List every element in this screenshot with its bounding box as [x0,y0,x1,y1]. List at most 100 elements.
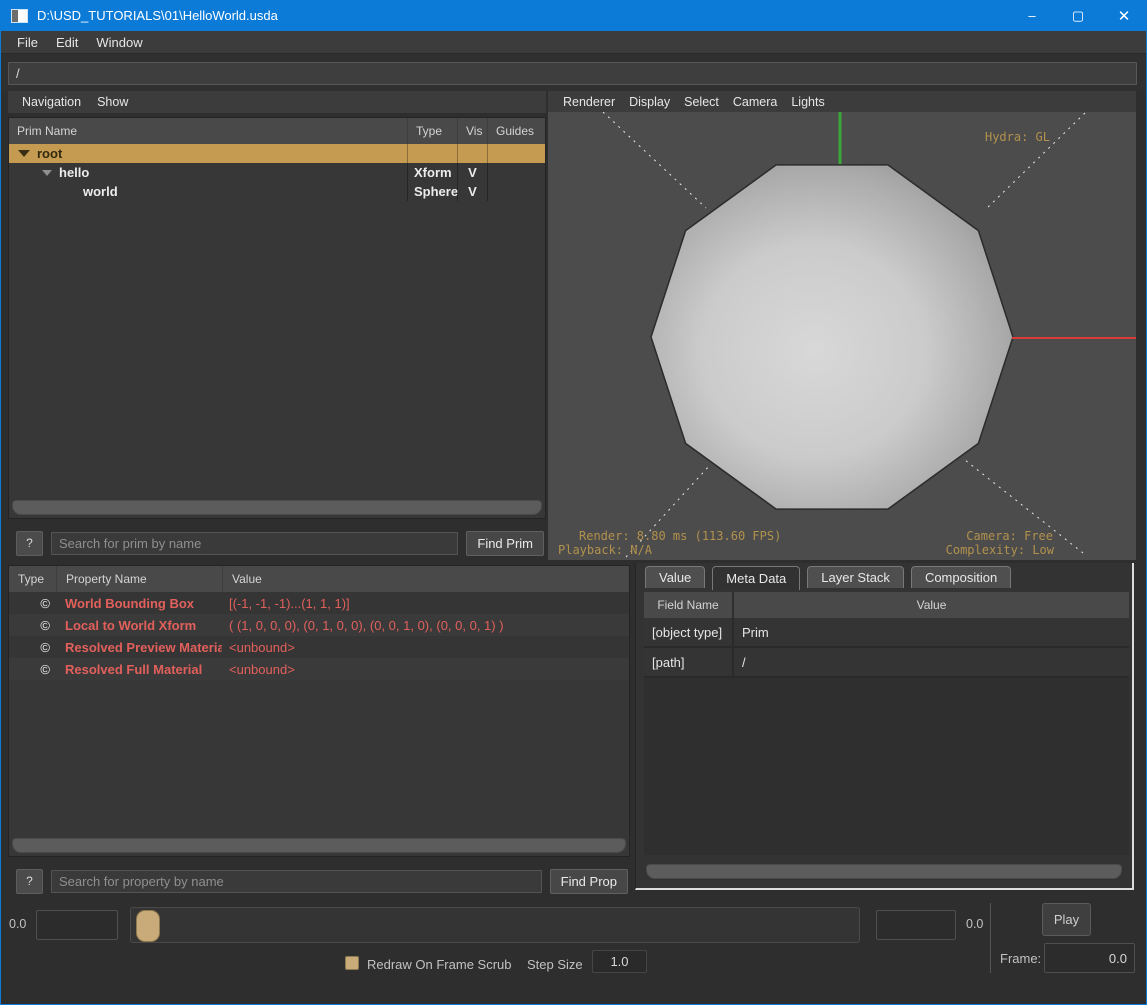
property-row[interactable]: © Resolved Preview Material <unbound> [9,636,629,658]
tab-composition[interactable]: Composition [911,566,1011,588]
property-row[interactable]: © World Bounding Box [(-1, -1, -1)...(1,… [9,592,629,614]
prim-vis-label[interactable]: V [457,182,487,201]
property-value: <unbound> [222,662,629,677]
column-header-field-name[interactable]: Field Name [644,592,732,618]
computed-icon: © [9,596,56,611]
metadata-field: [object type] [644,618,732,646]
menu-file[interactable]: File [8,35,47,50]
prim-tree: Prim Name Type Vis Guides root hello Xfo… [8,117,546,519]
menu-lights[interactable]: Lights [784,95,831,109]
menu-select[interactable]: Select [677,95,726,109]
frame-field-label: Frame: [1000,951,1041,966]
property-row[interactable]: © Local to World Xform ( (1, 0, 0, 0), (… [9,614,629,636]
prim-vis-label[interactable]: V [457,163,487,182]
maximize-icon[interactable]: ▢ [1055,0,1101,31]
prim-guides-cell [487,144,545,163]
property-search-help-button[interactable]: ? [16,869,43,894]
redraw-checkbox[interactable] [345,956,359,970]
prim-path-input[interactable] [8,62,1137,85]
frame-input[interactable] [1044,943,1135,973]
close-icon[interactable]: ✕ [1101,0,1147,31]
column-header-guides[interactable]: Guides [487,118,545,144]
menu-camera[interactable]: Camera [726,95,784,109]
start-frame-label: 0.0 [9,917,26,931]
frame-slider[interactable] [130,907,860,943]
redraw-checkbox-label: Redraw On Frame Scrub [367,957,512,972]
hud-complexity: Complexity: Low [946,543,1055,557]
step-size-label: Step Size [527,957,583,972]
prim-name-label: world [83,184,118,199]
menu-display[interactable]: Display [622,95,677,109]
metadata-field: [path] [644,648,732,676]
light-guide-line [603,112,706,208]
find-prim-button[interactable]: Find Prim [466,531,544,556]
menu-edit[interactable]: Edit [47,35,87,50]
menu-navigation[interactable]: Navigation [14,95,89,109]
metadata-row[interactable]: [path] / [644,648,1129,678]
property-name: Resolved Full Material [56,662,222,677]
prim-type-label: Xform [407,163,457,182]
hud-renderer: Hydra: GL [985,130,1050,144]
expand-arrow-icon[interactable] [18,150,30,157]
metadata-value: Prim [732,618,1129,646]
window-controls: – ▢ ✕ [1009,0,1147,31]
play-button[interactable]: Play [1042,903,1091,936]
menu-window[interactable]: Window [87,35,151,50]
property-table-header: Type Property Name Value [9,566,629,592]
menu-renderer[interactable]: Renderer [556,95,622,109]
sphere-prim[interactable] [651,165,1013,509]
menu-show[interactable]: Show [89,95,136,109]
app-icon [11,9,28,23]
property-name: Local to World Xform [56,618,222,633]
column-header-value[interactable]: Value [222,566,629,592]
prim-tree-hscrollbar[interactable] [12,500,542,515]
column-header-property-name[interactable]: Property Name [56,566,222,592]
prim-name-label: hello [59,165,89,180]
prim-search-help-button[interactable]: ? [16,531,43,556]
light-guide-line [985,113,1085,210]
tab-layer-stack[interactable]: Layer Stack [807,566,904,588]
property-search-row: ? Find Prop [8,869,630,893]
viewport-canvas[interactable]: Hydra: GL Render: 8.80 ms (113.60 FPS) P… [548,112,1136,560]
property-value: [(-1, -1, -1)...(1, 1, 1)] [222,596,629,611]
viewport-menubar: Renderer Display Select Camera Lights [548,91,1136,112]
property-row[interactable]: © Resolved Full Material <unbound> [9,658,629,680]
property-search-input[interactable] [51,870,542,893]
expand-arrow-icon[interactable] [42,170,52,176]
tree-row-world[interactable]: world Sphere V [9,182,545,201]
hud-camera: Camera: Free [966,529,1053,543]
tab-value[interactable]: Value [645,566,705,588]
metadata-value: / [732,648,1129,676]
step-size-input[interactable] [592,950,647,973]
main-menubar: File Edit Window [0,31,1147,54]
prim-name-label: root [37,146,62,161]
inspector-tabs: Value Meta Data Layer Stack Composition [645,566,1011,588]
column-header-type[interactable]: Type [9,566,56,592]
column-header-type[interactable]: Type [407,118,457,144]
column-header-vis[interactable]: Vis [457,118,487,144]
start-frame-input[interactable] [36,910,118,940]
metadata-row[interactable]: [object type] Prim [644,618,1129,648]
prim-search-input[interactable] [51,532,458,555]
property-name: Resolved Preview Material [56,640,222,655]
tree-row-root[interactable]: root [9,144,545,163]
inspector-panel: Value Meta Data Layer Stack Composition … [635,563,1134,890]
column-header-value[interactable]: Value [732,592,1129,618]
metadata-table-header: Field Name Value [644,592,1129,618]
computed-icon: © [9,640,56,655]
frame-slider-handle[interactable] [136,910,160,942]
prim-guides-cell [487,182,545,201]
computed-icon: © [9,618,56,633]
tab-meta-data[interactable]: Meta Data [712,566,800,590]
property-name: World Bounding Box [56,596,222,611]
window-title: D:\USD_TUTORIALS\01\HelloWorld.usda [37,8,278,23]
divider [990,903,991,973]
column-header-prim-name[interactable]: Prim Name [9,118,407,144]
minimize-icon[interactable]: – [1009,0,1055,31]
metadata-hscrollbar[interactable] [646,864,1122,879]
end-frame-input[interactable] [876,910,956,940]
prim-vis-label[interactable] [457,144,487,163]
find-prop-button[interactable]: Find Prop [550,869,628,894]
tree-row-hello[interactable]: hello Xform V [9,163,545,182]
property-table-hscrollbar[interactable] [12,838,626,853]
